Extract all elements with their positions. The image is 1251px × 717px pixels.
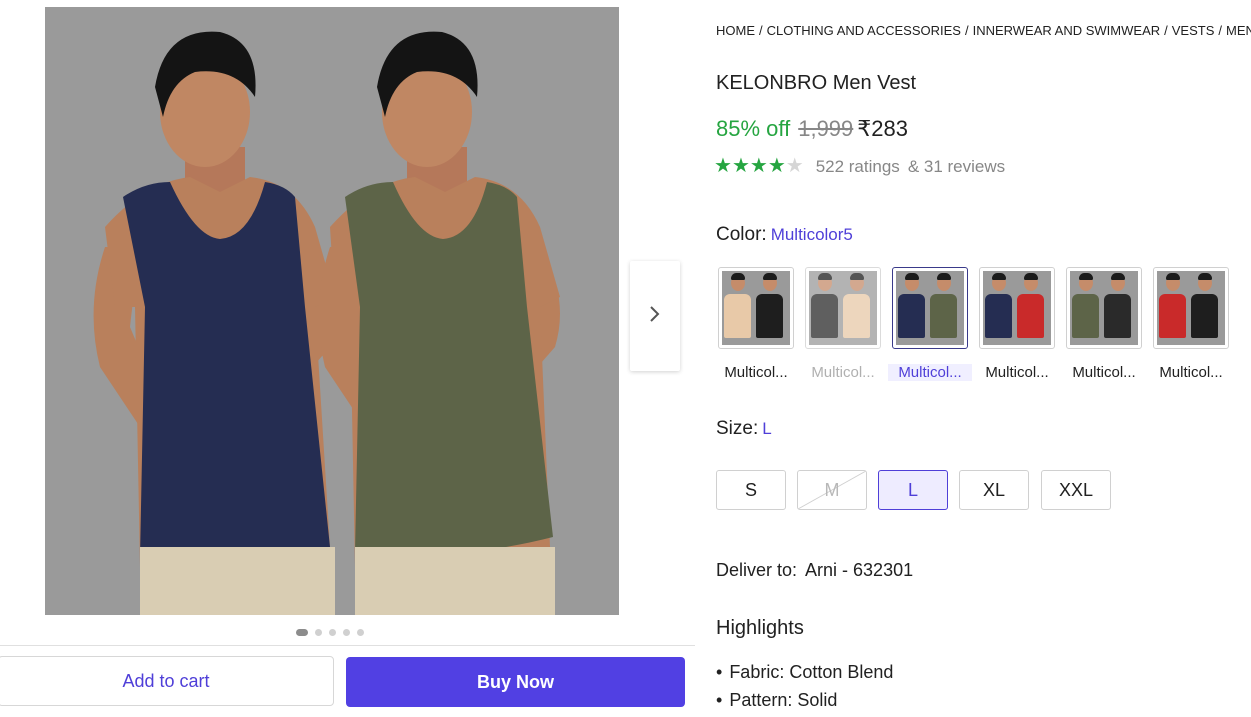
- reviews-count: & 31 reviews: [907, 156, 1006, 176]
- color-label-row: Color: Multicolor5: [716, 224, 853, 246]
- highlight-item: • Fabric: Cotton Blend: [716, 662, 894, 682]
- delivery-row[interactable]: Deliver to: Arni - 632301: [716, 560, 913, 581]
- size-option-m[interactable]: M: [797, 470, 867, 510]
- selected-color: Multicolor5: [770, 225, 853, 244]
- highlights-title: Highlights: [716, 617, 804, 639]
- color-swatch[interactable]: [892, 267, 968, 349]
- pagination-dot[interactable]: [296, 629, 308, 636]
- size-label: Size:: [716, 418, 759, 439]
- color-swatch[interactable]: [979, 267, 1055, 349]
- color-swatch-label[interactable]: Multicol...: [1062, 364, 1146, 381]
- pagination-dot[interactable]: [343, 629, 350, 636]
- color-swatch-label[interactable]: Multicol...: [801, 364, 885, 381]
- breadcrumb-innerwear[interactable]: INNERWEAR AND SWIMWEAR: [973, 23, 1161, 38]
- size-option-s[interactable]: S: [716, 470, 786, 510]
- size-option-l[interactable]: L: [878, 470, 948, 510]
- color-swatch[interactable]: [1066, 267, 1142, 349]
- pagination-dot[interactable]: [315, 629, 322, 636]
- breadcrumb-home[interactable]: HOME: [716, 23, 755, 38]
- divider: [0, 645, 695, 646]
- deliver-label: Deliver to:: [716, 560, 798, 580]
- add-to-cart-button[interactable]: Add to cart: [0, 656, 334, 706]
- star-icon: ★: [714, 155, 732, 177]
- size-option-xl[interactable]: XL: [959, 470, 1029, 510]
- breadcrumb: HOME / CLOTHING AND ACCESSORIES / INNERWEAR …: [716, 23, 1251, 38]
- breadcrumb-clothing[interactable]: CLOTHING AND ACCESSORIES: [767, 23, 961, 38]
- breadcrumb-vests[interactable]: VESTS: [1172, 23, 1215, 38]
- delivery-location: Arni - 632301: [805, 560, 914, 580]
- product-title: KELONBRO Men Vest: [716, 72, 917, 94]
- color-label: Color:: [716, 224, 767, 245]
- size-option-xxl[interactable]: XXL: [1041, 470, 1111, 510]
- size-label-row: Size: L: [716, 418, 772, 440]
- star-icon: ★: [785, 155, 804, 177]
- original-price: 1,999: [798, 116, 854, 141]
- star-icon: ★: [749, 155, 768, 177]
- pagination-dot[interactable]: [357, 629, 364, 636]
- color-swatch-label[interactable]: Multicol...: [1149, 364, 1233, 381]
- color-swatch-label[interactable]: Multicol...: [714, 364, 798, 381]
- highlight-item: • Pattern: Solid: [716, 690, 838, 710]
- color-swatch-label[interactable]: Multicol...: [888, 364, 972, 381]
- product-photo-models: [45, 7, 619, 615]
- color-swatch-label[interactable]: Multicol...: [975, 364, 1059, 381]
- next-image-button[interactable]: [630, 261, 680, 371]
- color-swatch[interactable]: [1153, 267, 1229, 349]
- discount-percent: 85% off: [716, 116, 791, 141]
- chevron-right-icon: [648, 304, 662, 329]
- selected-size: L: [762, 419, 772, 438]
- rating-row[interactable]: ★★★★★ 522 ratings & 31 reviews: [714, 156, 1005, 177]
- image-pagination-dots: [296, 629, 364, 636]
- price-row: 85% off 1,999 ₹283: [716, 116, 908, 142]
- ratings-count: 522 ratings: [815, 156, 900, 176]
- star-icon: ★: [767, 155, 786, 177]
- rating-stars: ★★★★★: [714, 156, 804, 177]
- product-main-image[interactable]: [45, 7, 619, 615]
- color-swatch[interactable]: [805, 267, 881, 349]
- star-icon: ★: [731, 155, 750, 177]
- color-swatch[interactable]: [718, 267, 794, 349]
- pagination-dot[interactable]: [329, 629, 336, 636]
- buy-now-button[interactable]: Buy Now: [346, 657, 685, 707]
- breadcrumb-mens-vests[interactable]: MEN'S V: [1226, 23, 1251, 38]
- selling-price: ₹283: [857, 116, 908, 141]
